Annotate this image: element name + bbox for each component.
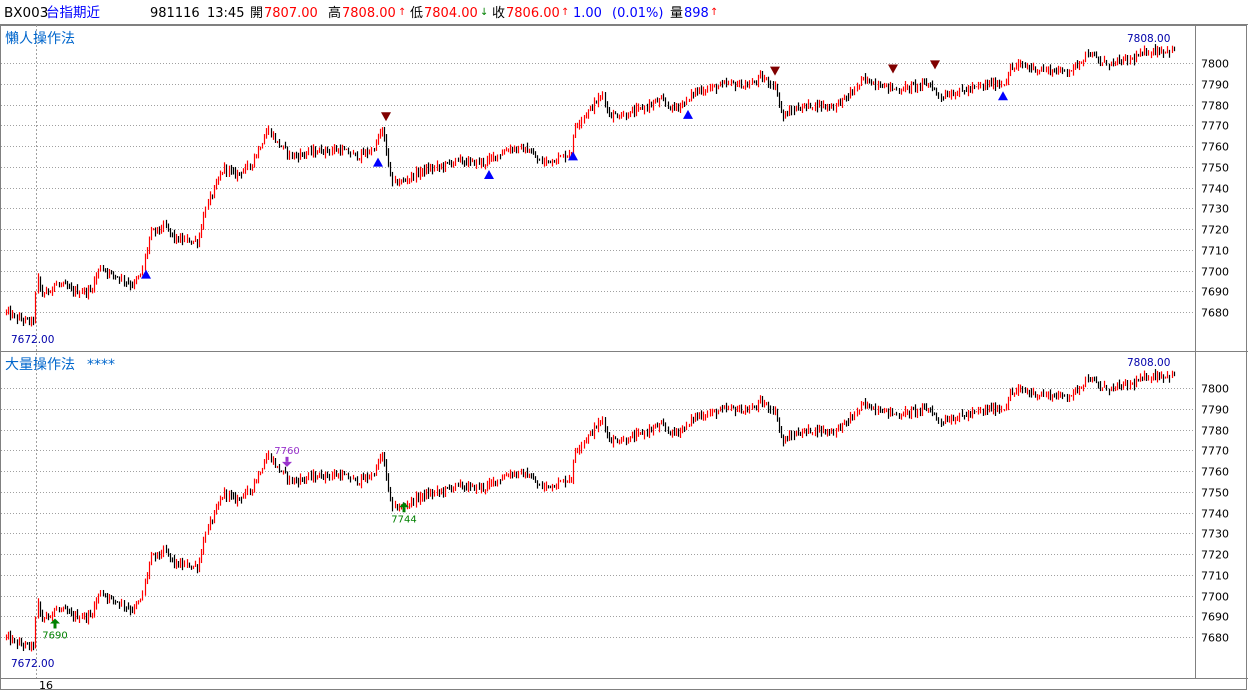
marker-price-label: 7760 [274,446,299,457]
low-value: 7804.00 [424,6,478,21]
y-tick-label: 7750 [1201,487,1229,500]
panel1-low-label: 7672.00 [11,334,54,346]
quote-time: 13:45 [207,6,244,21]
y-tick-label: 7760 [1201,466,1229,479]
chart-window: BX003 台指期近 981116 13:45 開 7807.00 高 7808… [0,0,1248,692]
sell-signal-triangle-icon [930,60,940,70]
y-tick-label: 7680 [1201,307,1229,320]
close-value: 7806.00 [506,6,560,21]
sell-signal-triangle-icon [888,64,898,74]
buy-signal-triangle-icon [484,170,494,180]
low-arrow-icon: ↓ [480,7,488,18]
y-tick-label: 7790 [1201,404,1229,417]
y-tick-label: 7740 [1201,183,1229,196]
panel1-title: 懶人操作法 [5,31,75,47]
y-tick-label: 7780 [1201,425,1229,438]
y-tick-label: 7730 [1201,203,1229,216]
y-tick-label: 7690 [1201,611,1229,624]
volume-arrow-icon: ↑ [710,7,718,18]
y-tick-label: 7720 [1201,549,1229,562]
high-label: 高 [328,5,341,21]
y-tick-label: 7730 [1201,528,1229,541]
change-value: 1.00 [573,6,602,21]
y-tick-label: 7720 [1201,224,1229,237]
close-arrow-icon: ↑ [561,7,569,18]
volume-value: 898 [684,6,709,21]
symbol-code: BX003 [4,5,48,21]
time-axis-day-label: 16 [39,679,53,692]
panel2-title: 大量操作法 [5,357,75,373]
y-tick-label: 7750 [1201,162,1229,175]
buy-signal-triangle-icon [998,91,1008,101]
y-tick-label: 7710 [1201,245,1229,258]
up-arrow-icon [50,618,60,624]
open-label: 開 [250,6,263,21]
y-tick-label: 7800 [1201,58,1229,71]
close-label: 收 [492,6,505,21]
y-tick-label: 7710 [1201,570,1229,583]
y-tick-label: 7770 [1201,445,1229,458]
y-tick-label: 7690 [1201,286,1229,299]
panel2-low-label: 7672.00 [11,658,54,670]
down-arrow-icon [282,461,292,467]
y-tick-label: 7740 [1201,508,1229,521]
header-bar: BX003 台指期近 981116 13:45 開 7807.00 高 7808… [0,0,1248,25]
low-label: 低 [410,6,423,21]
symbol-name: 台指期近 [46,5,100,21]
y-tick-label: 7800 [1201,383,1229,396]
y-tick-label: 7680 [1201,632,1229,645]
buy-signal-triangle-icon [683,109,693,119]
down-arrow-shaft [285,456,289,462]
marker-price-label: 7690 [42,630,67,641]
y-tick-label: 7770 [1201,120,1229,133]
candlestick-chart: BX003 台指期近 981116 13:45 開 7807.00 高 7808… [0,0,1248,692]
panel2-title-suffix: **** [87,357,115,373]
panel1-high-label: 7808.00 [1127,33,1170,45]
y-tick-label: 7760 [1201,141,1229,154]
marker-price-label: 7744 [391,514,416,525]
sell-signal-triangle-icon [381,112,391,122]
sell-signal-triangle-icon [770,66,780,76]
y-tick-label: 7700 [1201,591,1229,604]
up-arrow-shaft [402,507,406,513]
y-tick-label: 7780 [1201,100,1229,113]
change-percent: (0.01%) [612,6,663,21]
y-tick-label: 7790 [1201,79,1229,92]
quote-date: 981116 [150,6,200,21]
buy-signal-triangle-icon [373,157,383,167]
up-arrow-shaft [53,623,57,629]
y-tick-label: 7700 [1201,266,1229,279]
open-value: 7807.00 [264,6,318,21]
panel2-high-label: 7808.00 [1127,357,1170,369]
high-value: 7808.00 [342,6,396,21]
volume-label: 量 [670,6,683,21]
high-arrow-icon: ↑ [398,7,406,18]
bars-layer [5,44,1176,652]
